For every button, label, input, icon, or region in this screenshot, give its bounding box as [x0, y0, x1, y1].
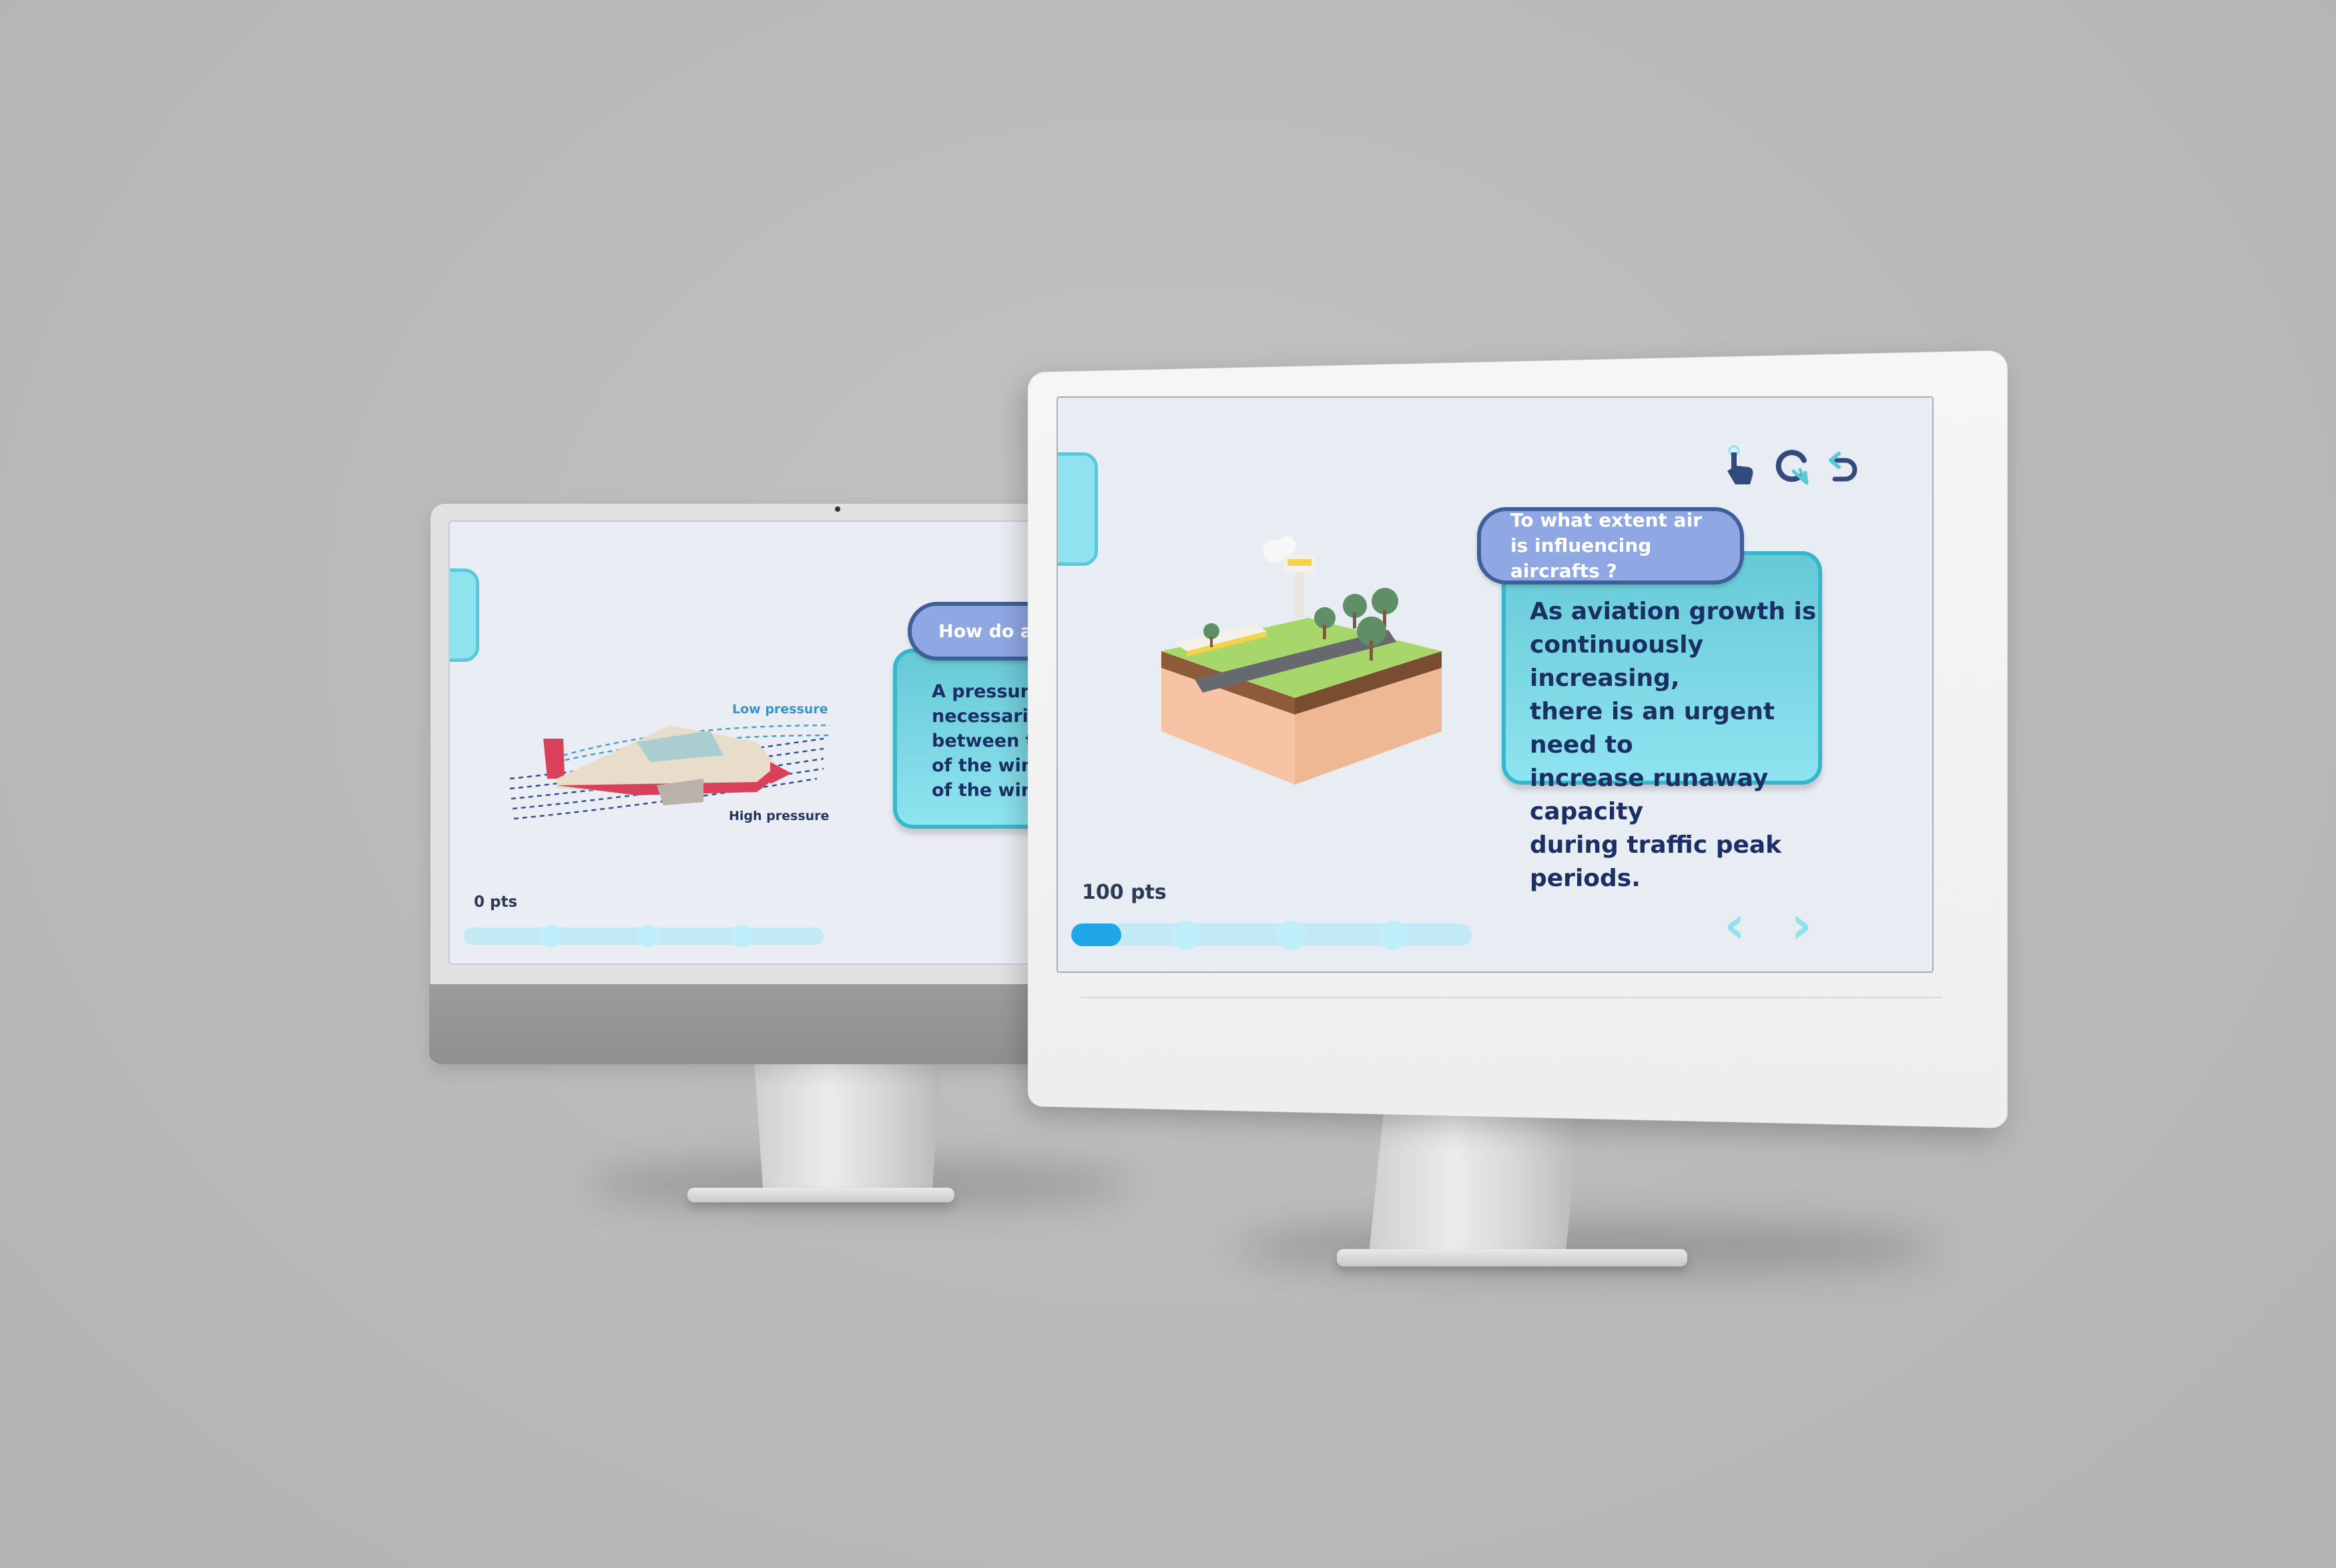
answer-card: As aviation growth is continuously incre…: [1502, 551, 1822, 892]
left-monitor-camera: [835, 506, 840, 512]
right-monitor-shadow: [1235, 1221, 1936, 1274]
right-screen: As aviation growth is continuously incre…: [1057, 396, 1934, 973]
high-pressure-label: High pressure: [729, 809, 830, 823]
progress-step[interactable]: [1171, 921, 1201, 950]
previous-button[interactable]: ‹: [1724, 899, 1745, 951]
left-monitor-base: [687, 1188, 954, 1202]
points-label: 0 pts: [474, 893, 518, 911]
right-monitor-base: [1337, 1249, 1687, 1266]
replay-icon[interactable]: [1773, 446, 1812, 486]
next-button[interactable]: ›: [1791, 899, 1812, 951]
side-menu-tab[interactable]: [1058, 452, 1098, 566]
tail-fin-shape: [543, 739, 565, 779]
low-pressure-label: Low pressure: [732, 702, 828, 717]
right-monitor-stand: [1368, 1094, 1582, 1261]
progress-fill: [1071, 923, 1121, 946]
airport-illustration: [1161, 536, 1442, 785]
left-monitor-stand: [754, 1061, 941, 1198]
points-label: 100 pts: [1082, 881, 1167, 904]
progress-step[interactable]: [1277, 921, 1306, 950]
progress-track: [1071, 923, 1472, 946]
left-screen: Low pressure High pressure A pressure di…: [449, 520, 1092, 965]
undo-icon[interactable]: [1825, 448, 1859, 486]
right-monitor-chin-divider: [1081, 997, 1942, 998]
progress-step[interactable]: [637, 925, 659, 947]
question-text: To what extent air is influencing aircra…: [1510, 509, 1702, 582]
progress-step[interactable]: [730, 925, 753, 947]
side-menu-tab[interactable]: [450, 568, 479, 662]
question-pill: To what extent air is influencing aircra…: [1477, 507, 1744, 584]
left-monitor-chin: [429, 984, 1098, 1064]
progress-step[interactable]: [1378, 921, 1408, 950]
tap-hand-icon[interactable]: [1722, 444, 1759, 487]
progress-step[interactable]: [540, 925, 563, 947]
